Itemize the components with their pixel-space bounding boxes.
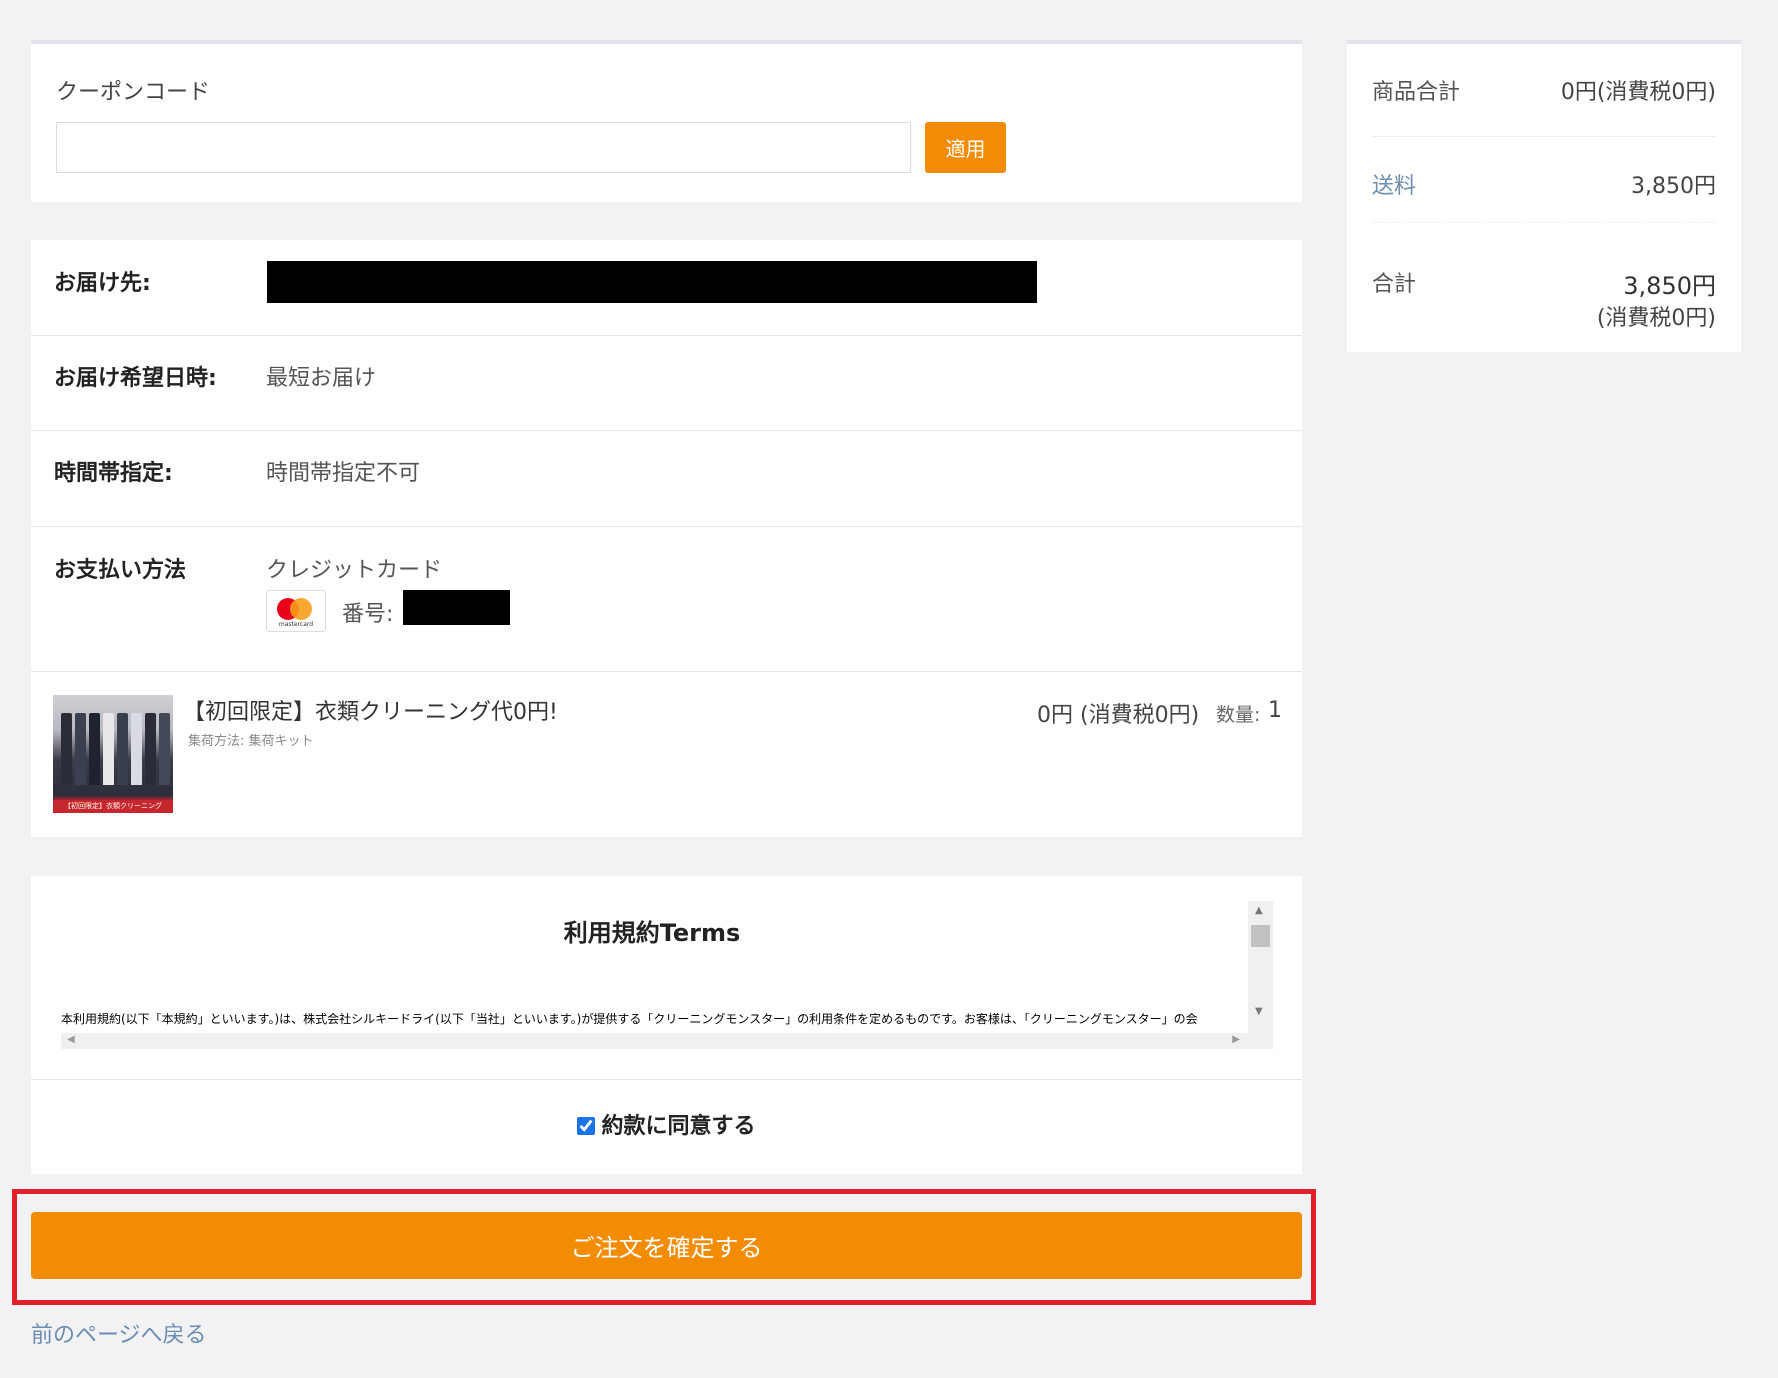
summary-divider <box>1372 222 1716 223</box>
redacted-card-number <box>403 590 510 625</box>
order-summary-card: 商品合計 0円(消費税0円) 送料 3,850円 合計 3,850円 (消費税0… <box>1347 40 1741 352</box>
scroll-right-arrow-icon[interactable]: ▶ <box>1232 1034 1240 1045</box>
shipping-label[interactable]: 送料 <box>1372 168 1416 200</box>
scroll-left-arrow-icon[interactable]: ◀ <box>67 1034 75 1045</box>
delivery-address-label: お届け先: <box>54 271 151 296</box>
coupon-card: クーポンコード 適用 <box>31 40 1302 202</box>
coupon-label: クーポンコード <box>56 80 211 105</box>
total-value: 3,850円 <box>1623 272 1716 300</box>
subtotal-label: 商品合計 <box>1372 80 1461 105</box>
card-brand-text: mastercard <box>278 621 314 628</box>
payment-method-row: お支払い方法 クレジットカード mastercard 番号: <box>31 527 1302 672</box>
order-details-card: お届け先: お届け希望日時: 最短お届け 時間帯指定: 時間帯指定不可 お支払い… <box>31 240 1302 837</box>
time-slot-row: 時間帯指定: 時間帯指定不可 <box>31 431 1302 527</box>
payment-method-value: クレジットカード <box>266 558 443 583</box>
confirm-order-button[interactable]: ご注文を確定する <box>31 1212 1302 1279</box>
card-number-label: 番号: <box>342 602 394 627</box>
total-label: 合計 <box>1372 272 1417 297</box>
total-tax: (消費税0円) <box>1596 306 1716 331</box>
scroll-down-arrow-icon[interactable]: ▼ <box>1255 1006 1263 1017</box>
delivery-datetime-value: 最短お届け <box>266 366 377 391</box>
subtotal-value: 0円(消費税0円) <box>1560 80 1716 105</box>
time-slot-value: 時間帯指定不可 <box>266 461 421 486</box>
product-image-caption: 【初回限定】衣類クリーニング <box>53 800 173 813</box>
terms-card: 利用規約Terms 本利用規約(以下「本規約」といいます。)は、株式会社シルキー… <box>31 876 1302 1174</box>
shipping-value: 3,850円 <box>1631 174 1716 199</box>
redacted-address <box>267 261 1037 303</box>
terms-text: 本利用規約(以下「本規約」といいます。)は、株式会社シルキードライ(以下「当社」… <box>61 1013 1198 1025</box>
scroll-up-arrow-icon[interactable]: ▲ <box>1255 905 1263 916</box>
terms-scroll-box[interactable]: 利用規約Terms 本利用規約(以下「本規約」といいます。)は、株式会社シルキー… <box>61 901 1273 1049</box>
terms-divider <box>31 1079 1302 1080</box>
back-to-previous-page-link[interactable]: 前のページへ戻る <box>31 1317 207 1349</box>
agree-terms-row: 約款に同意する <box>31 1108 1302 1140</box>
product-collection-method: 集荷方法: 集荷キット <box>188 734 314 749</box>
summary-divider <box>1372 136 1716 137</box>
terms-vertical-scrollbar[interactable]: ▲ ▼ <box>1248 901 1273 1049</box>
agree-terms-label[interactable]: 約款に同意する <box>601 1114 755 1139</box>
terms-title: 利用規約Terms <box>563 919 741 947</box>
terms-horizontal-scrollbar[interactable]: ◀ ▶ <box>61 1033 1248 1049</box>
agree-terms-checkbox[interactable] <box>577 1117 596 1135</box>
apply-coupon-button[interactable]: 適用 <box>925 122 1006 173</box>
delivery-datetime-row: お届け希望日時: 最短お届け <box>31 336 1302 431</box>
product-image: 【初回限定】衣類クリーニング <box>53 695 173 813</box>
delivery-address-row: お届け先: <box>31 240 1302 336</box>
payment-method-label: お支払い方法 <box>54 558 187 583</box>
mastercard-icon: mastercard <box>266 590 326 632</box>
product-price: 0円 (消費税0円) <box>1037 703 1200 728</box>
scroll-thumb[interactable] <box>1251 925 1270 947</box>
time-slot-label: 時間帯指定: <box>54 461 173 486</box>
delivery-datetime-label: お届け希望日時: <box>54 366 217 391</box>
product-qty-label: 数量: <box>1216 704 1261 726</box>
coupon-input[interactable] <box>56 122 911 173</box>
product-title: 【初回限定】衣類クリーニング代0円! <box>183 700 558 725</box>
product-qty: 1 <box>1268 698 1282 723</box>
